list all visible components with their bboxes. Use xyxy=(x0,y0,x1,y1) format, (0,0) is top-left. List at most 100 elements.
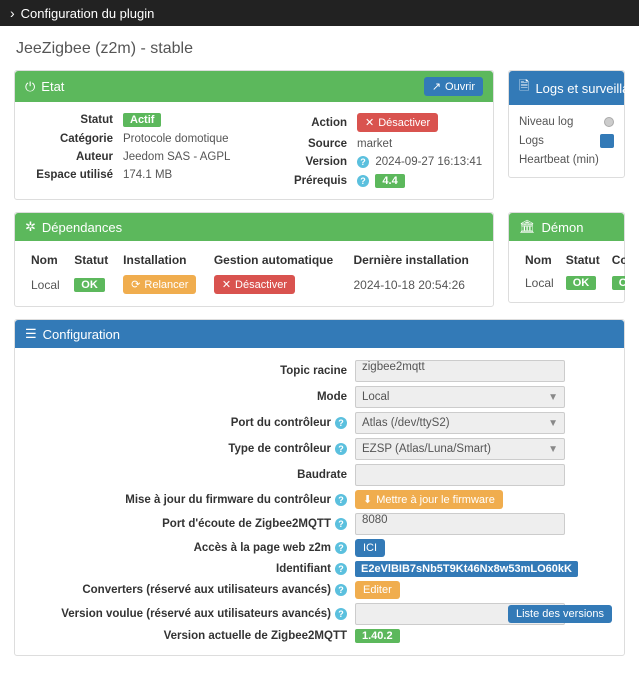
page-title: JeeZigbee (z2m) - stable xyxy=(16,40,625,58)
port-ctrl-select[interactable]: Atlas (/dev/ttyS2) ▼ xyxy=(355,412,565,434)
table-row: Local OK OK xyxy=(519,271,625,294)
espace-value: 174.1 MB xyxy=(123,169,172,181)
panel-logs: 🗎 Logs et surveillance Niveau log Logs H… xyxy=(508,70,625,178)
power-icon: ⏻ xyxy=(25,79,35,95)
categorie-value: Protocole domotique xyxy=(123,133,228,145)
help-icon[interactable]: ? xyxy=(335,443,347,455)
logs-label: Logs xyxy=(519,135,544,147)
col-install: Installation xyxy=(117,249,208,271)
open-button[interactable]: ↗ Ouvrir xyxy=(424,77,483,96)
panel-configuration: ☰ Configuration Topic racine zigbee2mqtt… xyxy=(14,319,625,656)
external-link-icon: ↗ xyxy=(432,80,441,93)
refresh-icon: ⟳ xyxy=(131,278,140,291)
baud-label: Baudrate xyxy=(297,469,347,481)
id-label: Identifiant xyxy=(276,563,331,575)
desactiver-label: Désactiver xyxy=(378,117,430,129)
deps-last: 2024-10-18 20:54:26 xyxy=(348,271,484,298)
deps-table: Nom Statut Installation Gestion automati… xyxy=(25,249,483,298)
conv-label: Converters (réservé aux utilisateurs ava… xyxy=(82,584,331,596)
deps-desactiver-button[interactable]: ✕Désactiver xyxy=(214,275,295,294)
panel-etat-title: Etat xyxy=(41,79,64,94)
sliders-icon: ☰ xyxy=(25,326,37,342)
port-z2m-label: Port d'écoute de Zigbee2MQTT xyxy=(162,518,331,530)
col-last: Dernière installation xyxy=(348,249,484,271)
baud-input[interactable] xyxy=(355,464,565,486)
help-icon[interactable]: ? xyxy=(335,563,347,575)
help-icon[interactable]: ? xyxy=(357,175,369,187)
panel-dependances: ✲ Dépendances Nom Statut Installation Ge… xyxy=(14,212,494,307)
type-ctrl-select[interactable]: EZSP (Atlas/Luna/Smart) ▼ xyxy=(355,438,565,460)
col-config: Configuration xyxy=(606,249,625,271)
identifiant-badge: E2eVlBIB7sNb5T9Kt46Nx8w53mLO60kK xyxy=(355,561,578,577)
logs-badge[interactable] xyxy=(600,134,614,148)
auteur-label: Auteur xyxy=(25,151,113,163)
version-label: Version xyxy=(259,156,347,168)
deps-statut-badge: OK xyxy=(74,278,105,292)
mode-value: Local xyxy=(362,391,390,403)
help-icon[interactable]: ? xyxy=(335,584,347,596)
web-access-button[interactable]: ICI xyxy=(355,539,385,557)
file-icon: 🗎 xyxy=(519,77,529,99)
statut-label: Statut xyxy=(25,114,113,126)
topbar: › Configuration du plugin xyxy=(0,0,639,26)
help-icon[interactable]: ? xyxy=(357,156,369,168)
ver-cur-label: Version actuelle de Zigbee2MQTT xyxy=(164,630,347,642)
col-nom: Nom xyxy=(519,249,560,271)
ver-want-label: Version voulue (réservé aux utilisateurs… xyxy=(61,608,331,620)
help-icon[interactable]: ? xyxy=(335,518,347,530)
panel-logs-title: Logs et surveillance xyxy=(535,81,625,96)
relancer-button[interactable]: ⟳ Relancer xyxy=(123,275,196,294)
table-row: Local OK ⟳ Relancer ✕Désactiver 2024-10-1… xyxy=(25,271,483,298)
relancer-label: Relancer xyxy=(144,279,188,291)
port-z2m-input[interactable]: 8080 xyxy=(355,513,565,535)
help-icon[interactable]: ? xyxy=(335,608,347,620)
deps-nom: Local xyxy=(25,271,68,298)
type-ctrl-label: Type de contrôleur xyxy=(228,443,331,455)
col-nom: Nom xyxy=(25,249,68,271)
action-label: Action xyxy=(259,117,347,129)
radio-icon[interactable] xyxy=(604,117,614,127)
source-label: Source xyxy=(259,138,347,150)
mode-select[interactable]: Local ▼ xyxy=(355,386,565,408)
panel-etat: ⏻ Etat ↗ Ouvrir Statut Actif Catégorie Pro… xyxy=(14,70,494,200)
demon-config-badge: OK xyxy=(612,276,625,290)
topic-label: Topic racine xyxy=(280,365,347,377)
editer-button[interactable]: Editer xyxy=(355,581,400,599)
topbar-title: Configuration du plugin xyxy=(21,6,155,21)
categorie-label: Catégorie xyxy=(25,133,113,145)
demon-nom: Local xyxy=(519,271,560,294)
times-icon: ✕ xyxy=(222,278,231,291)
col-auto: Gestion automatique xyxy=(208,249,348,271)
panel-config-title: Configuration xyxy=(43,327,120,342)
web-label: Accès à la page web z2m xyxy=(194,542,331,554)
gear-icon: ✲ xyxy=(25,219,36,235)
col-statut: Statut xyxy=(560,249,606,271)
type-ctrl-value: EZSP (Atlas/Luna/Smart) xyxy=(362,443,491,455)
chevron-down-icon: ▼ xyxy=(548,418,558,429)
help-icon[interactable]: ? xyxy=(335,542,347,554)
topic-input[interactable]: zigbee2mqtt xyxy=(355,360,565,382)
chevron-right-icon: › xyxy=(10,5,15,21)
port-ctrl-value: Atlas (/dev/ttyS2) xyxy=(362,417,450,429)
chevron-down-icon: ▼ xyxy=(548,392,558,403)
panel-demon-title: Démon xyxy=(542,220,584,235)
source-value: market xyxy=(357,138,392,150)
auteur-value: Jeedom SAS - AGPL xyxy=(123,151,230,163)
chevron-down-icon: ▼ xyxy=(548,444,558,455)
open-button-label: Ouvrir xyxy=(445,81,475,93)
help-icon[interactable]: ? xyxy=(335,417,347,429)
times-icon: ✕ xyxy=(365,116,374,129)
university-icon: 🏛 xyxy=(519,219,536,235)
version-value: 2024-09-27 16:13:41 xyxy=(375,156,482,168)
demon-table: Nom Statut Configuration Local OK OK xyxy=(519,249,625,294)
ver-cur-badge: 1.40.2 xyxy=(355,629,400,643)
liste-versions-button[interactable]: Liste des versions xyxy=(508,605,612,623)
niveau-log-label: Niveau log xyxy=(519,116,573,128)
heartbeat-label: Heartbeat (min) xyxy=(519,154,599,166)
desactiver-button[interactable]: ✕ Désactiver xyxy=(357,113,438,132)
col-statut: Statut xyxy=(68,249,117,271)
espace-label: Espace utilisé xyxy=(25,169,113,181)
mode-label: Mode xyxy=(317,391,347,403)
statut-badge: Actif xyxy=(123,113,161,127)
panel-demon: 🏛 Démon Nom Statut Configuration Local xyxy=(508,212,625,303)
